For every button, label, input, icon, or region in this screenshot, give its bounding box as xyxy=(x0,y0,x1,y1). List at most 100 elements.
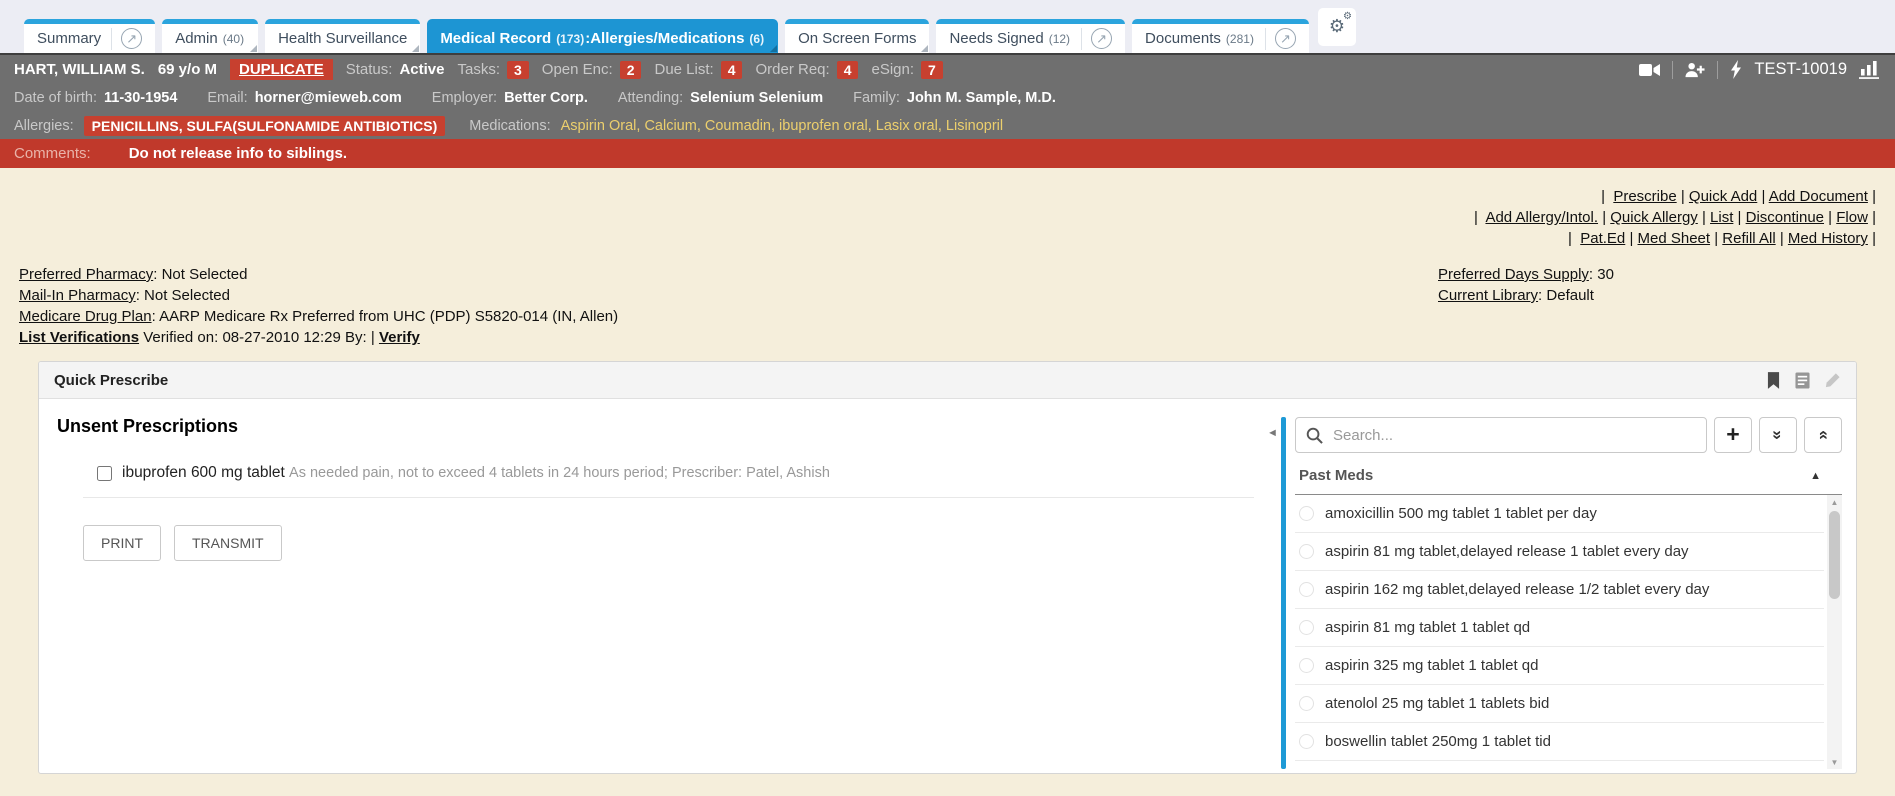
preferred-pharmacy-value: Not Selected xyxy=(162,266,248,283)
mail-in-pharmacy-link[interactable]: Mail-In Pharmacy xyxy=(19,287,136,304)
sort-ascending-icon[interactable]: ▲ xyxy=(1810,470,1821,482)
order-req-label: Order Req: xyxy=(755,61,829,78)
mail-in-pharmacy-line: Mail-In Pharmacy Not Selected xyxy=(19,285,1438,306)
action-link[interactable]: Refill All xyxy=(1722,230,1775,247)
med-radio[interactable] xyxy=(1299,734,1314,749)
esign-count-badge[interactable]: 7 xyxy=(921,61,943,79)
action-link[interactable]: List xyxy=(1710,209,1733,226)
scrollbar-thumb[interactable] xyxy=(1829,511,1840,599)
past-med-row[interactable]: aspirin 81 mg tablet 1 tablet qd xyxy=(1295,609,1824,647)
medication-link[interactable]: Lasix oral xyxy=(876,118,938,134)
action-link[interactable]: Add Document xyxy=(1769,188,1868,205)
prescription-checkbox[interactable] xyxy=(97,466,112,481)
duplicate-badge[interactable]: DUPLICATE xyxy=(230,59,333,80)
action-link[interactable]: Prescribe xyxy=(1613,188,1676,205)
medication-link[interactable]: Calcium xyxy=(644,118,696,134)
popout-icon[interactable]: ↗ xyxy=(121,28,142,49)
rx-preferences-block: Preferred Days Supply 30 Current Library… xyxy=(1438,264,1876,348)
past-med-row[interactable]: aspirin 162 mg tablet,delayed release 1/… xyxy=(1295,571,1824,609)
patient-age-sex: 69 y/o M xyxy=(158,61,217,78)
tab-summary-label: Summary xyxy=(37,30,101,47)
past-med-row[interactable]: atenolol 25 mg tablet 1 tablets bid xyxy=(1295,685,1824,723)
bookmark-icon[interactable] xyxy=(1767,372,1780,389)
med-radio[interactable] xyxy=(1299,544,1314,559)
family-label: Family: xyxy=(853,90,900,106)
past-med-row[interactable]: aspirin 81 mg tablet,delayed release 1 t… xyxy=(1295,533,1824,571)
expand-all-button[interactable]: » xyxy=(1759,417,1797,453)
tab-needs-signed[interactable]: Needs Signed (12) ↗ xyxy=(936,19,1125,53)
action-links-row-3: Pat.Ed Med Sheet Refill All Med History xyxy=(19,228,1876,249)
open-enc-count-badge[interactable]: 2 xyxy=(620,61,642,79)
past-med-row[interactable]: boswellin tablet 250mg 1 tablet tid xyxy=(1295,723,1824,761)
divider xyxy=(1717,61,1718,79)
attending-value: Selenium Selenium xyxy=(690,90,823,106)
tasks-count-badge[interactable]: 3 xyxy=(507,61,529,79)
tab-on-screen-forms[interactable]: On Screen Forms xyxy=(785,19,929,53)
medication-link[interactable]: Lisinopril xyxy=(946,118,1003,134)
preferred-days-supply-link[interactable]: Preferred Days Supply xyxy=(1438,266,1589,283)
search-input[interactable] xyxy=(1331,426,1696,445)
video-camera-icon[interactable] xyxy=(1639,63,1660,77)
action-link[interactable]: Pat.Ed xyxy=(1580,230,1625,247)
settings-gears-button[interactable]: ⚙ ⚙ xyxy=(1318,8,1356,46)
past-med-row[interactable]: aspirin 325 mg tablet 1 tablet qd xyxy=(1295,647,1824,685)
medication-link[interactable]: ibuprofen oral xyxy=(779,118,868,134)
med-radio[interactable] xyxy=(1299,506,1314,521)
med-radio[interactable] xyxy=(1299,582,1314,597)
tab-summary[interactable]: Summary ↗ xyxy=(24,19,155,53)
allergies-value-badge[interactable]: PENICILLINS, SULFA(SULFONAMIDE ANTIBIOTI… xyxy=(84,116,446,136)
tab-documents[interactable]: Documents (281) ↗ xyxy=(1132,19,1309,53)
medication-link[interactable]: Aspirin Oral xyxy=(561,118,637,134)
verify-link[interactable]: Verify xyxy=(379,329,420,346)
action-link[interactable]: Med History xyxy=(1788,230,1868,247)
tab-admin-label: Admin xyxy=(175,30,218,47)
popout-icon[interactable]: ↗ xyxy=(1091,28,1112,49)
medication-link[interactable]: Coumadin xyxy=(705,118,771,134)
med-radio[interactable] xyxy=(1299,696,1314,711)
current-library-link[interactable]: Current Library xyxy=(1438,287,1538,304)
tab-health-surveillance[interactable]: Health Surveillance xyxy=(265,19,420,53)
order-req-count-badge[interactable]: 4 xyxy=(837,61,859,79)
scroll-up-icon[interactable]: ▲ xyxy=(1831,495,1839,509)
collapse-all-button[interactable]: » xyxy=(1804,417,1842,453)
med-radio[interactable] xyxy=(1299,620,1314,635)
collapse-sidebar-button[interactable]: ◄ xyxy=(1264,417,1281,769)
past-med-label: amoxicillin 500 mg tablet 1 tablet per d… xyxy=(1325,505,1597,522)
action-link[interactable]: Flow xyxy=(1836,209,1868,226)
action-link[interactable]: Med Sheet xyxy=(1638,230,1711,247)
past-med-row[interactable]: amoxicillin 500 mg tablet 1 tablet per d… xyxy=(1295,495,1824,533)
preferred-days-supply-line: Preferred Days Supply 30 xyxy=(1438,264,1876,285)
lightning-bolt-icon[interactable] xyxy=(1730,60,1742,79)
medications-workspace: Prescribe Quick Add Add Document Add Aller… xyxy=(0,168,1895,774)
action-link[interactable]: Quick Allergy xyxy=(1610,209,1698,226)
past-meds-header[interactable]: Past Meds ▲ xyxy=(1295,457,1842,495)
email-label: Email: xyxy=(207,90,247,106)
action-link[interactable]: Discontinue xyxy=(1746,209,1824,226)
medicare-drug-plan-link[interactable]: Medicare Drug Plan xyxy=(19,308,152,325)
search-box[interactable] xyxy=(1295,417,1707,453)
add-person-icon[interactable] xyxy=(1685,62,1705,78)
scroll-down-icon[interactable]: ▼ xyxy=(1831,755,1839,769)
popout-icon[interactable]: ↗ xyxy=(1275,28,1296,49)
tab-admin[interactable]: Admin (40) xyxy=(162,19,258,53)
tab-medical-record[interactable]: Medical Record (173) :Allergies/Medicati… xyxy=(427,19,778,53)
meds-list-scrollbar[interactable]: ▲ ▼ xyxy=(1827,495,1842,769)
due-list-count-badge[interactable]: 4 xyxy=(721,61,743,79)
preferred-pharmacy-link[interactable]: Preferred Pharmacy xyxy=(19,266,153,283)
action-link[interactable]: Quick Add xyxy=(1689,188,1757,205)
print-button[interactable]: PRINT xyxy=(83,525,161,561)
add-med-button[interactable]: + xyxy=(1714,417,1752,453)
edit-pencil-icon[interactable] xyxy=(1825,372,1841,388)
tab-needs-signed-label: Needs Signed xyxy=(949,30,1043,47)
search-icon xyxy=(1306,427,1323,444)
gear-icon: ⚙ xyxy=(1343,11,1352,22)
med-radio[interactable] xyxy=(1299,658,1314,673)
medicare-drug-plan-value: AARP Medicare Rx Preferred from UHC (PDP… xyxy=(159,308,618,325)
journal-icon[interactable] xyxy=(1795,372,1810,389)
plus-icon: + xyxy=(1726,423,1739,446)
transmit-button[interactable]: TRANSMIT xyxy=(174,525,282,561)
list-verifications-link[interactable]: List Verifications xyxy=(19,329,139,346)
action-link[interactable]: Add Allergy/Intol. xyxy=(1485,209,1598,226)
medications-label: Medications: xyxy=(469,118,550,134)
flowsheet-chart-icon[interactable] xyxy=(1859,60,1881,79)
